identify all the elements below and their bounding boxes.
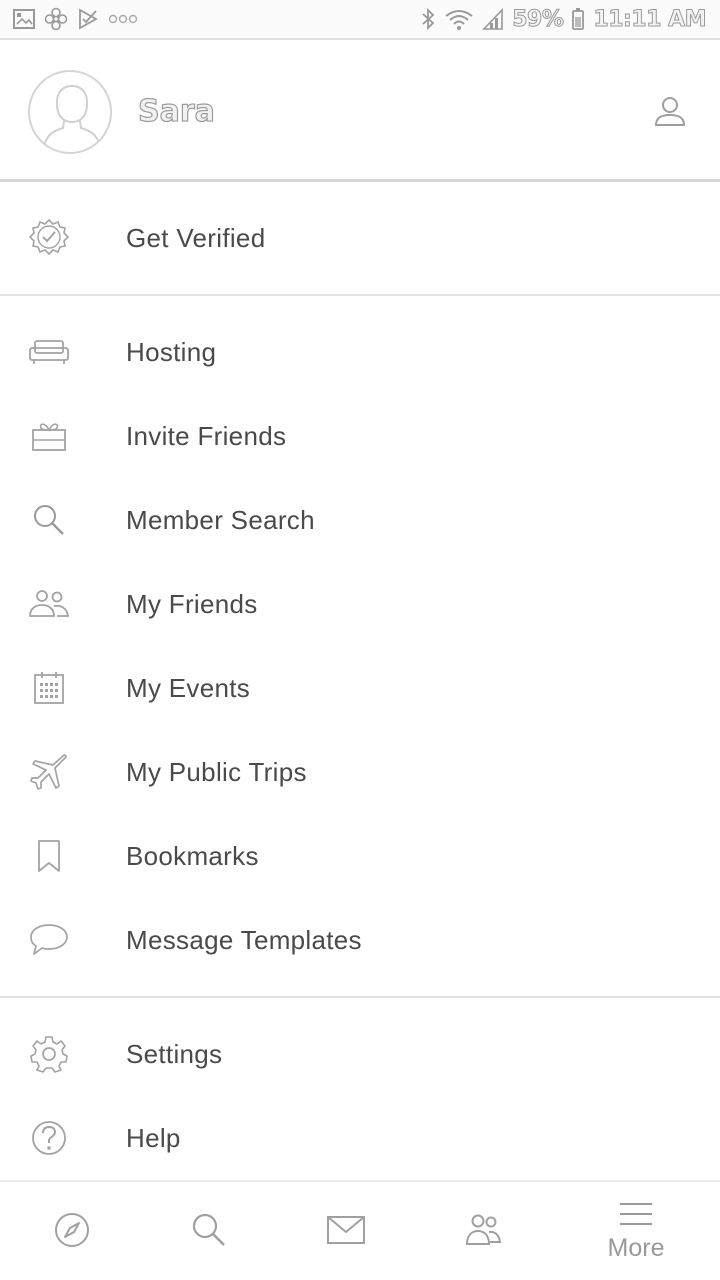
person-icon <box>652 94 688 135</box>
wifi-icon <box>444 7 474 31</box>
nav-explore[interactable] <box>0 1182 144 1280</box>
battery-percent: 59% <box>512 6 565 32</box>
main-divider <box>0 996 720 998</box>
verify-divider <box>0 294 720 296</box>
menu-item-label: Get Verified <box>126 222 266 253</box>
more-dots-icon <box>108 13 138 25</box>
menu-item-message-templates[interactable]: Message Templates <box>0 898 720 982</box>
menu-item-label: My Public Trips <box>126 756 307 787</box>
menu-item-bookmarks[interactable]: Bookmarks <box>0 814 720 898</box>
pinwheel-icon <box>44 7 68 31</box>
couch-icon <box>26 329 72 375</box>
menu-item-get-verified[interactable]: Get Verified <box>0 196 720 280</box>
menu-item-my-events[interactable]: My Events <box>0 646 720 730</box>
status-bar-left <box>12 7 138 31</box>
help-icon <box>26 1115 72 1161</box>
profile-name[interactable]: Sara <box>137 93 215 129</box>
menu-item-my-friends[interactable]: My Friends <box>0 562 720 646</box>
menu-item-label: Member Search <box>126 504 315 535</box>
search-icon <box>190 1211 228 1254</box>
menu-item-settings[interactable]: Settings <box>0 1012 720 1096</box>
signal-icon <box>482 7 504 31</box>
bottom-nav: More <box>0 1180 720 1280</box>
bookmark-icon <box>26 833 72 879</box>
battery-icon <box>571 7 585 31</box>
menu-item-invite-friends[interactable]: Invite Friends <box>0 394 720 478</box>
search-icon <box>26 497 72 543</box>
checkbox-flag-icon <box>76 8 100 30</box>
menu-item-label: Invite Friends <box>126 420 287 451</box>
profile-header[interactable]: Sara <box>0 42 720 180</box>
menu-item-help[interactable]: Help <box>0 1096 720 1180</box>
menu-icon <box>618 1201 654 1232</box>
gear-icon <box>26 1031 72 1077</box>
calendar-icon <box>26 665 72 711</box>
profile-divider <box>0 179 720 182</box>
clock: 11:11 AM <box>593 6 707 32</box>
menu-item-label: Hosting <box>126 336 217 367</box>
bluetooth-icon <box>420 7 436 31</box>
gallery-icon <box>12 8 36 30</box>
menu-item-label: Message Templates <box>126 924 362 955</box>
people-icon <box>464 1212 502 1253</box>
nav-messages[interactable] <box>274 1182 418 1280</box>
menu-item-label: My Events <box>126 672 251 703</box>
status-bar-right: 59% 11:11 AM <box>420 6 707 32</box>
menu-item-label: My Friends <box>126 588 258 619</box>
nav-friends[interactable] <box>411 1182 555 1280</box>
compass-icon <box>52 1210 92 1255</box>
menu-item-member-search[interactable]: Member Search <box>0 478 720 562</box>
mail-icon <box>325 1214 367 1251</box>
menu-item-hosting[interactable]: Hosting <box>0 310 720 394</box>
profile-button[interactable] <box>650 94 690 134</box>
menu-item-label: Bookmarks <box>126 840 259 871</box>
verified-badge-icon <box>26 215 72 261</box>
nav-more-label: More <box>607 1234 665 1262</box>
menu-item-my-public-trips[interactable]: My Public Trips <box>0 730 720 814</box>
nav-search[interactable] <box>137 1182 281 1280</box>
menu-item-label: Settings <box>126 1038 223 1069</box>
speech-bubble-icon <box>26 917 72 963</box>
people-icon <box>26 581 72 627</box>
default-avatar-icon[interactable] <box>28 70 112 154</box>
nav-more[interactable]: More <box>564 1182 708 1280</box>
airplane-icon <box>26 749 72 795</box>
menu-item-label: Help <box>126 1122 181 1153</box>
gift-icon <box>26 413 72 459</box>
status-bar: 59% 11:11 AM <box>0 0 720 40</box>
